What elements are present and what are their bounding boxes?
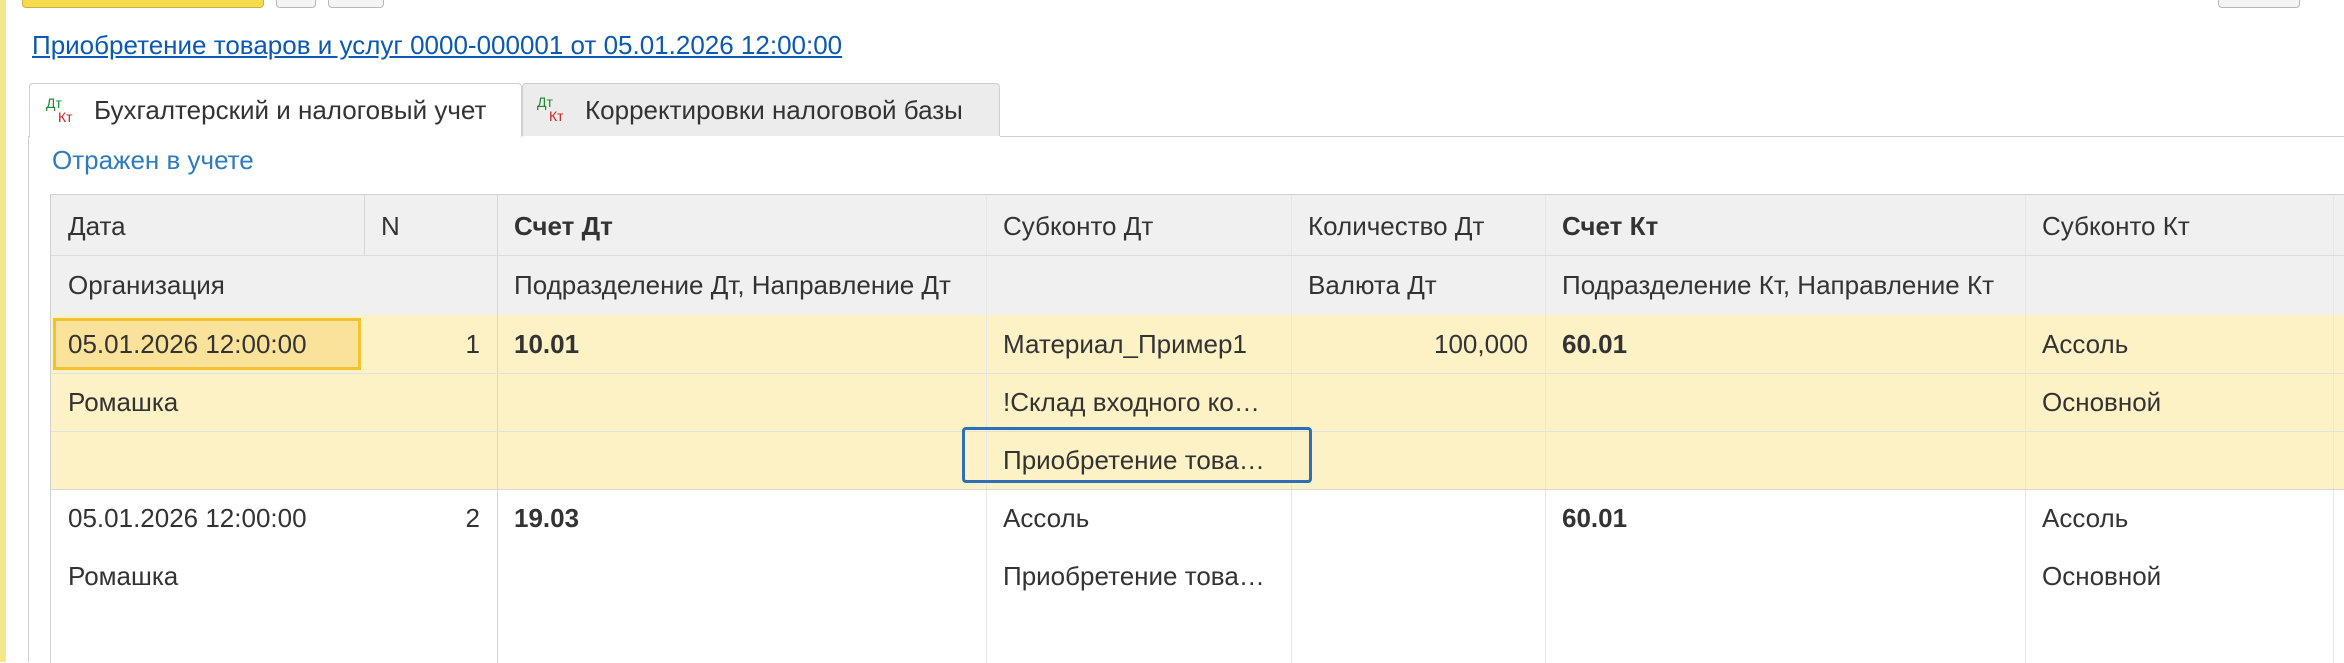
cell-n[interactable]: 1 xyxy=(364,315,497,373)
header-subconto-kt[interactable]: Субконто Кт xyxy=(2025,197,2333,255)
postings-table[interactable]: Дата N Счет Дт Субконто Дт Количество Дт… xyxy=(50,194,2344,663)
cell-account-dt[interactable]: 19.03 xyxy=(497,489,986,547)
col-divider xyxy=(2333,195,2334,663)
cell-date[interactable]: 05.01.2026 12:00:00 xyxy=(51,489,364,547)
cell-account-kt[interactable]: 60.01 xyxy=(1545,315,2025,373)
cell-account-kt[interactable]: 60.01 xyxy=(1545,489,2025,547)
dt-icon-text: Дт xyxy=(537,94,553,110)
tab-tax-adjustments[interactable]: Дт Кт Корректировки налоговой базы xyxy=(522,83,1000,136)
header-account-dt[interactable]: Счет Дт xyxy=(497,197,986,255)
panel-border xyxy=(28,136,29,662)
header-n[interactable]: N xyxy=(364,197,497,255)
toolbar-button[interactable] xyxy=(276,0,316,8)
tab-accounting[interactable]: Дт Кт Бухгалтерский и налоговый учет xyxy=(29,83,522,137)
posting-status: Отражен в учете xyxy=(52,145,254,175)
cell-subconto-kt-2[interactable]: Основной xyxy=(2025,547,2333,605)
cell-organization[interactable]: Ромашка xyxy=(51,547,497,605)
header-division-kt[interactable]: Подразделение Кт, Направление Кт xyxy=(1545,256,2025,314)
focused-cell-border xyxy=(962,427,1312,483)
tab-label: Бухгалтерский и налоговый учет xyxy=(94,95,487,125)
dt-icon-text: Дт xyxy=(46,94,62,111)
cell-organization[interactable]: Ромашка xyxy=(51,373,497,431)
kt-icon-text: Кт xyxy=(58,108,73,125)
header-organization[interactable]: Организация xyxy=(51,256,497,314)
toolbar-button[interactable] xyxy=(328,0,384,8)
cell-date[interactable]: 05.01.2026 12:00:00 xyxy=(51,315,364,373)
window-left-accent xyxy=(0,0,6,662)
cell-n[interactable]: 2 xyxy=(364,489,497,547)
cell-subconto-dt-1[interactable]: Ассоль xyxy=(986,489,1291,547)
cell-quantity-dt[interactable] xyxy=(1291,489,1545,547)
cell-account-dt[interactable]: 10.01 xyxy=(497,315,986,373)
toolbar-button-right[interactable] xyxy=(2218,0,2300,8)
cell-subconto-kt-2[interactable]: Основной xyxy=(2025,373,2333,431)
header-currency-dt[interactable]: Валюта Дт xyxy=(1291,256,1545,314)
header-account-kt[interactable]: Счет Кт xyxy=(1545,197,2025,255)
tab-label: Корректировки налоговой базы xyxy=(585,94,963,125)
header-division-dt[interactable]: Подразделение Дт, Направление Дт xyxy=(497,256,986,314)
dt-kt-icon: Дт Кт xyxy=(537,93,573,127)
cell-subconto-kt-1[interactable]: Ассоль xyxy=(2025,489,2333,547)
tab-divider xyxy=(1000,136,2344,137)
cell-subconto-dt-1[interactable]: Материал_Пример1 xyxy=(986,315,1291,373)
toolbar-primary-button[interactable] xyxy=(22,0,264,8)
header-subconto-dt[interactable]: Субконто Дт xyxy=(986,197,1291,255)
cell-subconto-kt-1[interactable]: Ассоль xyxy=(2025,315,2333,373)
kt-icon-text: Кт xyxy=(549,108,564,124)
header-date[interactable]: Дата xyxy=(51,197,364,255)
document-link[interactable]: Приобретение товаров и услуг 0000-000001… xyxy=(32,30,842,61)
dt-kt-icon: Дт Кт xyxy=(46,94,82,128)
cell-subconto-dt-2[interactable]: !Склад входного ко… xyxy=(986,373,1291,431)
cell-quantity-dt[interactable]: 100,000 xyxy=(1291,315,1545,373)
cell-subconto-dt-2[interactable]: Приобретение това… xyxy=(986,547,1291,605)
header-quantity-dt[interactable]: Количество Дт xyxy=(1291,197,1545,255)
